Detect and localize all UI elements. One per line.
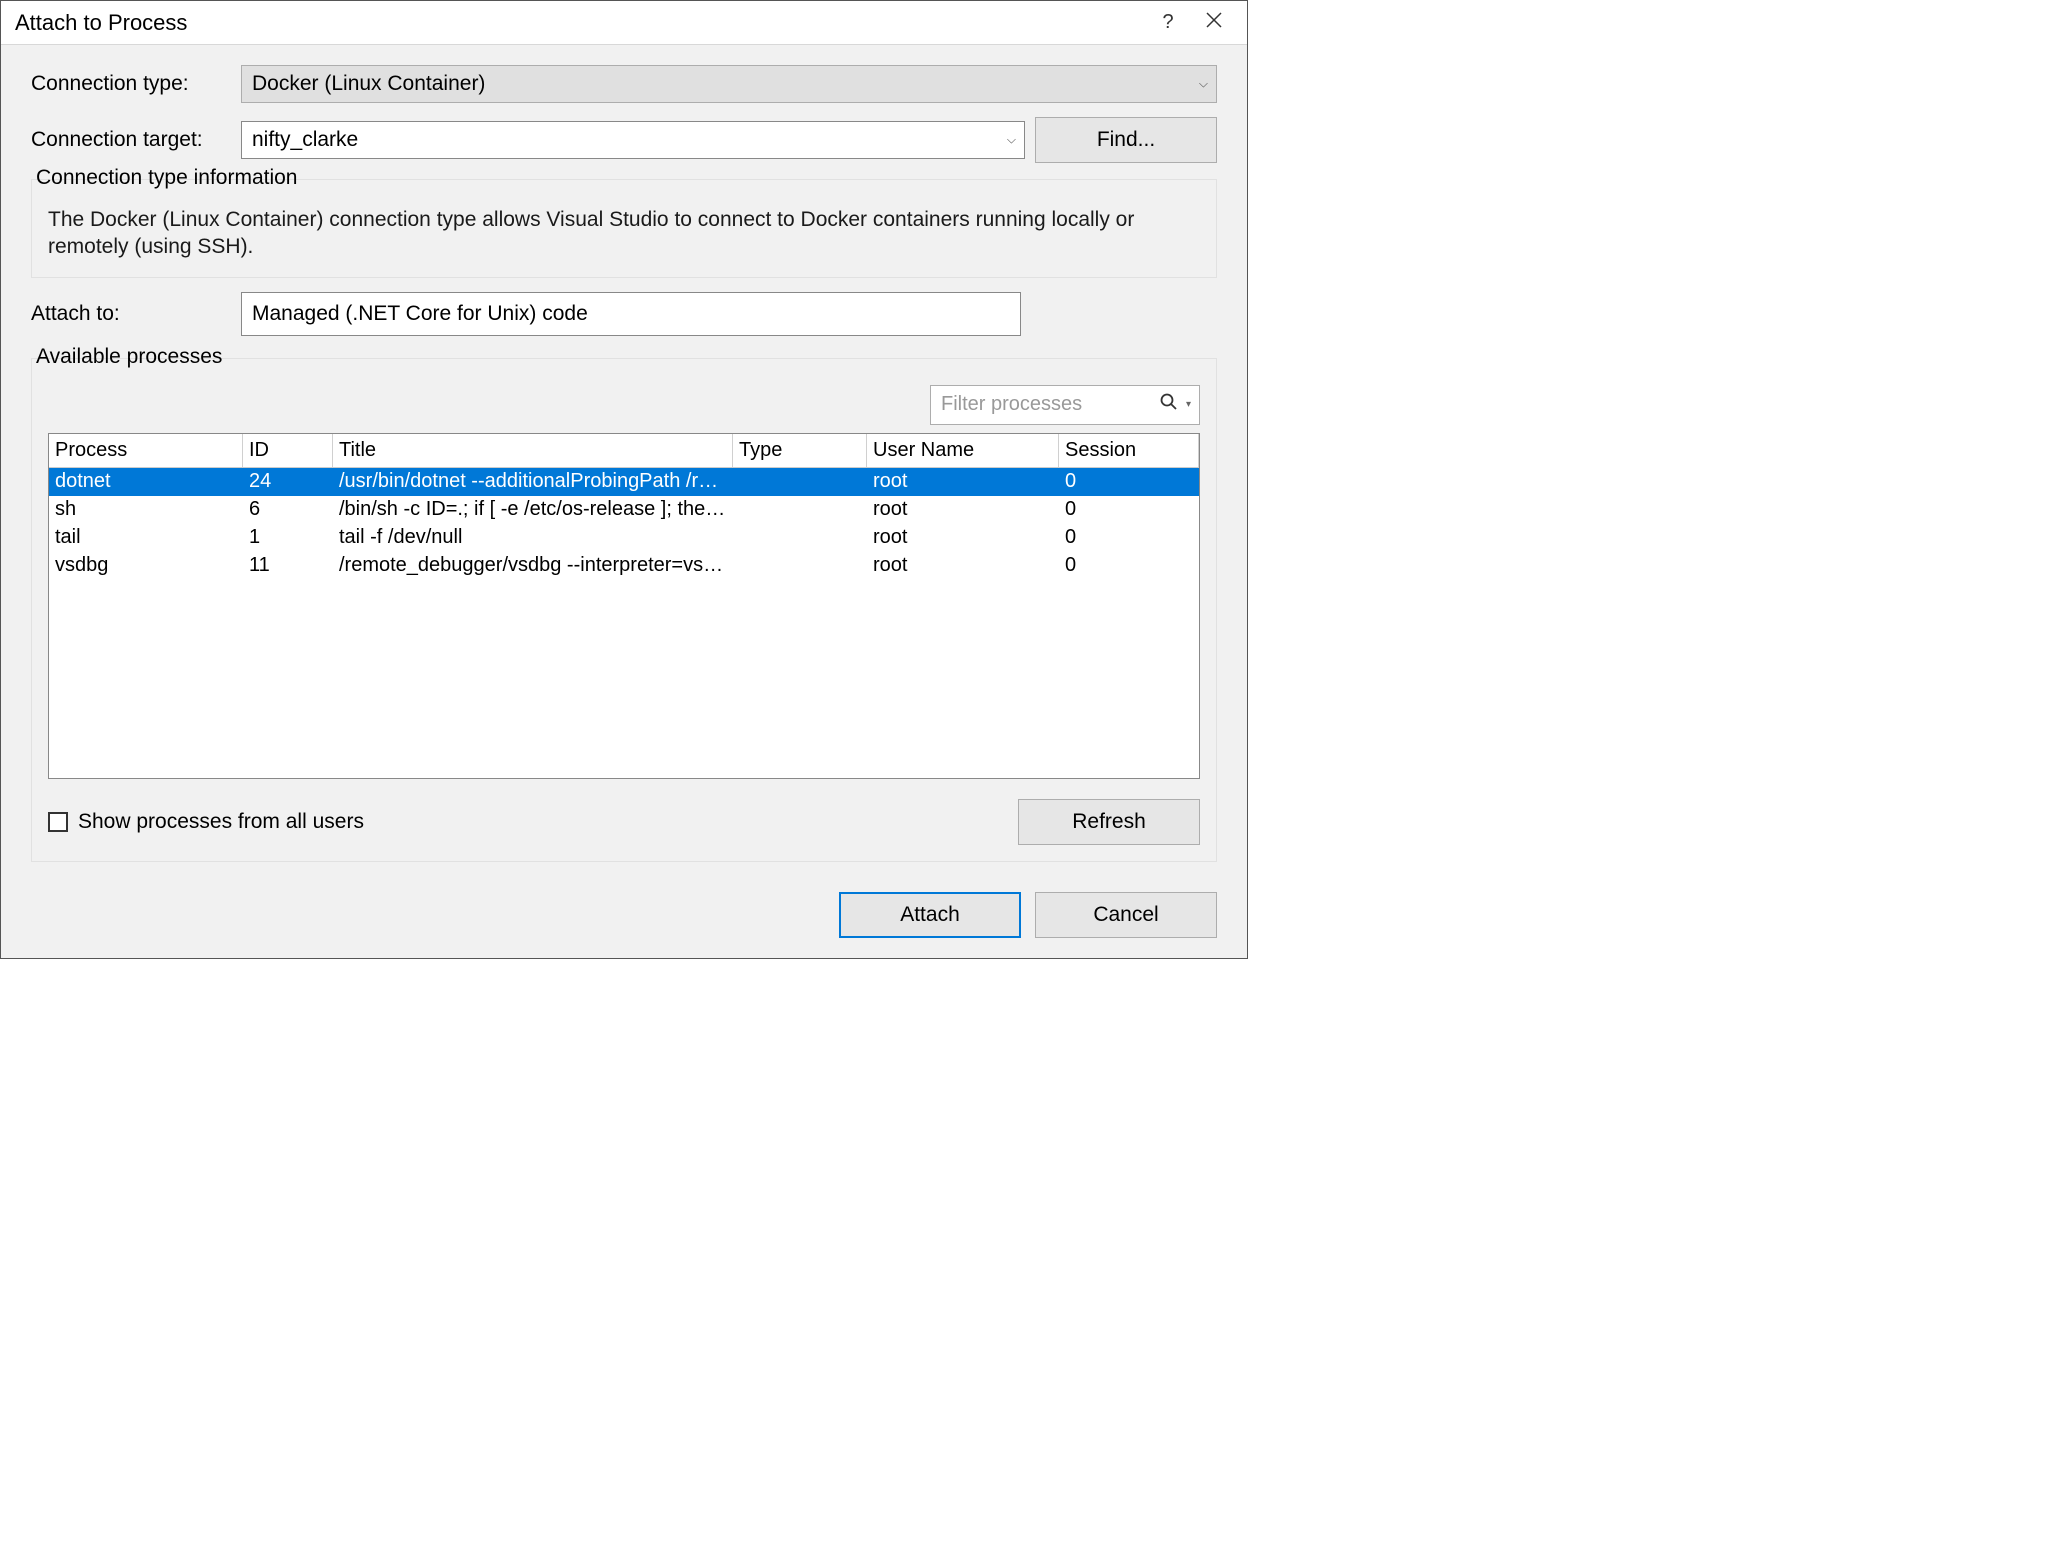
table-row[interactable]: sh6/bin/sh -c ID=.; if [ -e /etc/os-rele… xyxy=(49,496,1199,524)
cancel-button[interactable]: Cancel xyxy=(1035,892,1217,938)
table-cell: root xyxy=(867,554,1059,577)
connection-target-row: Connection target: nifty_clarke ⌵ Find..… xyxy=(31,117,1217,163)
col-header-title[interactable]: Title xyxy=(333,434,733,467)
table-cell: 0 xyxy=(1059,498,1199,521)
connection-target-value: nifty_clarke xyxy=(252,128,358,152)
table-cell: tail -f /dev/null xyxy=(333,526,733,549)
connection-target-combo[interactable]: nifty_clarke ⌵ xyxy=(241,121,1025,159)
titlebar: Attach to Process ? xyxy=(1,1,1247,45)
search-icon[interactable] xyxy=(1160,393,1178,416)
table-cell: 6 xyxy=(243,498,333,521)
available-processes-heading: Available processes xyxy=(32,345,226,369)
chevron-down-icon: ⌵ xyxy=(1007,133,1016,148)
col-header-user[interactable]: User Name xyxy=(867,434,1059,467)
table-row[interactable]: dotnet24/usr/bin/dotnet --additionalProb… xyxy=(49,468,1199,496)
chevron-down-icon: ⌵ xyxy=(1199,77,1208,92)
bottom-row: Show processes from all users Refresh xyxy=(48,799,1200,845)
refresh-button[interactable]: Refresh xyxy=(1018,799,1200,845)
table-cell: 0 xyxy=(1059,526,1199,549)
available-processes-section: Available processes ▾ Process ID Title T… xyxy=(31,358,1217,862)
process-table-header: Process ID Title Type User Name Session xyxy=(49,434,1199,468)
table-cell: root xyxy=(867,470,1059,493)
attach-to-process-dialog: Attach to Process ? Connection type: Doc… xyxy=(0,0,1248,959)
connection-type-label: Connection type: xyxy=(31,72,241,96)
connection-type-value: Docker (Linux Container) xyxy=(252,72,485,96)
table-cell: /usr/bin/dotnet --additionalProbingPath … xyxy=(333,470,733,493)
table-cell: 24 xyxy=(243,470,333,493)
connection-info-text: The Docker (Linux Container) connection … xyxy=(48,206,1200,261)
table-cell: 1 xyxy=(243,526,333,549)
filter-box[interactable]: ▾ xyxy=(930,385,1200,425)
table-row[interactable]: tail1tail -f /dev/null root0 xyxy=(49,524,1199,552)
col-header-type[interactable]: Type xyxy=(733,434,867,467)
filter-dropdown-icon[interactable]: ▾ xyxy=(1186,399,1191,410)
connection-type-row: Connection type: Docker (Linux Container… xyxy=(31,65,1217,103)
attach-to-field[interactable]: Managed (.NET Core for Unix) code xyxy=(241,292,1021,336)
table-cell: 0 xyxy=(1059,554,1199,577)
connection-info-heading: Connection type information xyxy=(32,166,302,190)
show-all-users-checkbox[interactable] xyxy=(48,812,68,832)
connection-target-label: Connection target: xyxy=(31,128,241,152)
table-cell: 0 xyxy=(1059,470,1199,493)
attach-to-label: Attach to: xyxy=(31,302,241,326)
connection-type-combo[interactable]: Docker (Linux Container) ⌵ xyxy=(241,65,1217,103)
table-cell: 11 xyxy=(243,554,333,577)
dialog-footer: Attach Cancel xyxy=(31,892,1217,938)
table-cell: tail xyxy=(49,526,243,549)
show-all-users-label: Show processes from all users xyxy=(78,810,364,834)
table-cell: root xyxy=(867,498,1059,521)
dialog-body: Connection type: Docker (Linux Container… xyxy=(1,45,1247,958)
find-button[interactable]: Find... xyxy=(1035,117,1217,163)
attach-button[interactable]: Attach xyxy=(839,892,1021,938)
col-header-session[interactable]: Session xyxy=(1059,434,1199,467)
table-cell: root xyxy=(867,526,1059,549)
filter-row: ▾ xyxy=(48,385,1200,425)
table-cell: /bin/sh -c ID=.; if [ -e /etc/os-release… xyxy=(333,498,733,521)
table-cell: dotnet xyxy=(49,470,243,493)
table-cell: sh xyxy=(49,498,243,521)
process-table: Process ID Title Type User Name Session … xyxy=(48,433,1200,779)
table-row[interactable]: vsdbg11/remote_debugger/vsdbg --interpre… xyxy=(49,552,1199,580)
help-icon[interactable]: ? xyxy=(1145,11,1191,34)
col-header-id[interactable]: ID xyxy=(243,434,333,467)
window-title: Attach to Process xyxy=(15,10,1145,36)
table-cell: vsdbg xyxy=(49,554,243,577)
attach-to-row: Attach to: Managed (.NET Core for Unix) … xyxy=(31,292,1217,336)
connection-info-section: Connection type information The Docker (… xyxy=(31,179,1217,278)
table-cell: /remote_debugger/vsdbg --interpreter=vsc… xyxy=(333,554,733,577)
filter-input[interactable] xyxy=(939,392,1156,417)
attach-to-value: Managed (.NET Core for Unix) code xyxy=(252,302,588,326)
process-rows: dotnet24/usr/bin/dotnet --additionalProb… xyxy=(49,468,1199,778)
close-icon[interactable] xyxy=(1191,11,1237,34)
col-header-process[interactable]: Process xyxy=(49,434,243,467)
